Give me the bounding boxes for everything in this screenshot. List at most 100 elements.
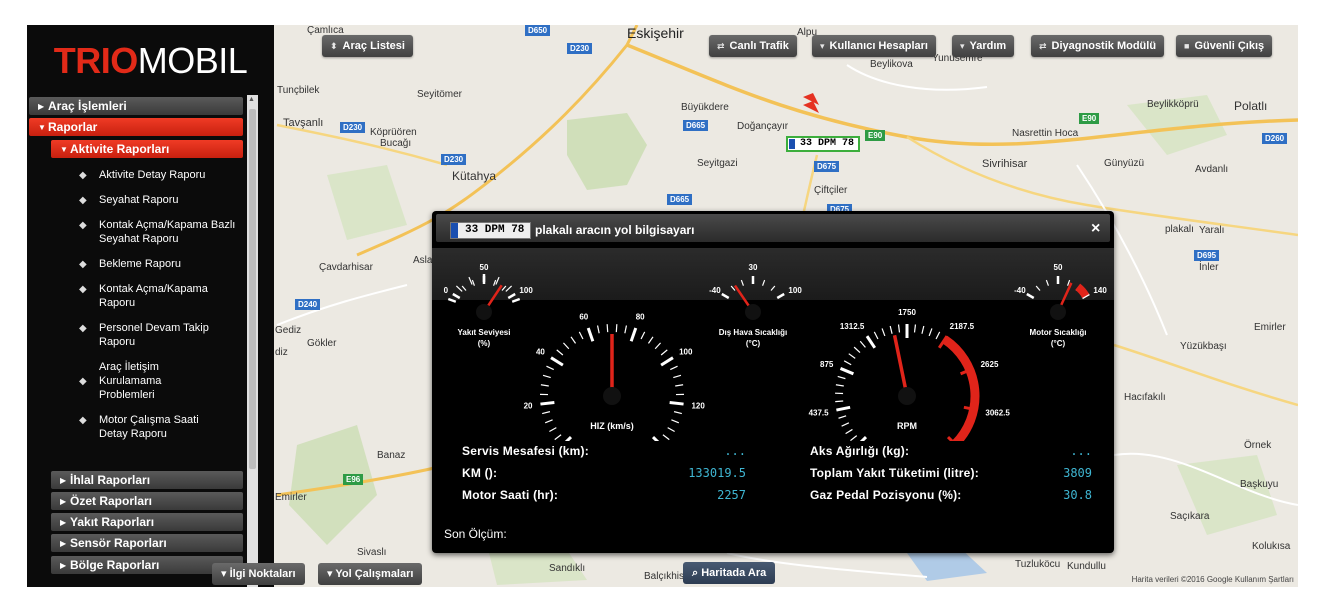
outside-temp-gauge-hub [745, 304, 761, 320]
engine-temp-gauge-max-label: 140 [1093, 286, 1107, 295]
chevron-right-icon: ▶ [60, 476, 67, 485]
service-distance-label: Servis Mesafesi (km): [462, 444, 589, 458]
sub-item-trip-report[interactable]: ◆ Seyahat Raporu [79, 193, 244, 207]
sub-item-label: Motor Çalışma Saati Detay Raporu [99, 414, 199, 440]
vehicle-marker-label[interactable]: 33 DPM 78 [786, 136, 861, 152]
menu-item-activity-reports[interactable]: ▼ Aktivite Raporları [51, 140, 243, 158]
speed-gauge-hub [603, 387, 621, 405]
map-place-label: Yaralı [1199, 225, 1225, 236]
rpm-gauge-redzone [942, 335, 980, 441]
poi-label: İlgi Noktaları [229, 568, 296, 580]
fuel-gauge-tick [501, 285, 507, 291]
fuel-gauge-mid-label: 50 [480, 263, 489, 272]
fuel-gauge-min-label: 0 [444, 286, 449, 295]
map-place-label: Sivaslı [357, 547, 387, 558]
engine-hours-value: 2257 [717, 488, 746, 502]
road-sign: D650 [525, 25, 551, 36]
road-sign: D675 [814, 161, 840, 172]
roadworks-label: Yol Çalışmaları [335, 568, 414, 580]
logout-label: Güvenli Çıkış [1194, 40, 1265, 52]
sub-item-attendance-report[interactable]: ◆ Personel Devam Takip Raporu [79, 321, 244, 349]
swap-arrows-icon: ⇄ [717, 41, 725, 51]
live-traffic-button[interactable]: ⇄ Canlı Trafik [709, 35, 797, 57]
sub-item-ignition-report[interactable]: ◆ Kontak Açma/Kapama Raporu [79, 282, 244, 310]
menu-item-summary-reports[interactable]: ▶ Özet Raporları [51, 492, 243, 510]
speed-gauge-tick [651, 435, 660, 441]
rpm-gauge-tick [850, 435, 858, 441]
rpm-gauge-tick-label: 2187.5 [950, 322, 975, 331]
chevron-down-icon: ▼ [60, 145, 68, 154]
map-place-label: Sivrihisar [982, 158, 1028, 170]
menu-item-sensor-reports[interactable]: ▶ Sensör Raporları [51, 534, 243, 552]
map-place-label: Asla [413, 255, 433, 266]
fuel-gauge-tick [471, 279, 475, 286]
fuel-gauge-tick [505, 285, 513, 292]
map-place-label: Günyüzü [1104, 158, 1145, 169]
axle-weight-label: Aks Ağırlığı (kg): [810, 444, 910, 458]
map-place-label: Doğançayır [737, 121, 789, 132]
speed-gauge-tick [540, 384, 549, 387]
rpm-gauge-tick [873, 331, 879, 340]
speed-gauge-tick [550, 356, 564, 367]
scroll-up-icon[interactable]: ▲ [248, 96, 255, 103]
menu-item-violation-reports[interactable]: ▶ İhlal Raporları [51, 471, 243, 489]
lock-icon: ■ [1184, 41, 1190, 51]
sub-item-communication-problems[interactable]: ◆ Araç İletişim Kurulamama Problemleri [79, 360, 199, 402]
help-button[interactable]: ▾ Yardım [952, 35, 1015, 57]
sub-item-activity-detail[interactable]: ◆ Aktivite Detay Raporu [79, 168, 244, 182]
map-place-label: Emirler [1254, 322, 1286, 333]
fuel-gauge-tick [468, 276, 473, 285]
map-place-label: Eskişehir [627, 25, 684, 41]
search-map-button[interactable]: ⌕ Haritada Ara [683, 562, 776, 584]
sub-item-label: Personel Devam Takip Raporu [99, 322, 209, 348]
sub-item-label: Araç İletişim Kurulamama Problemleri [99, 361, 162, 401]
user-accounts-button[interactable]: ▾ Kullanıcı Hesapları [812, 35, 936, 57]
map-place-label: Gediz [275, 325, 302, 336]
outside-temp-gauge-label: Dış Hava Sıcaklığı [719, 328, 787, 337]
rpm-gauge-tick [889, 325, 893, 334]
map-place-label: Tuzluköcu [1015, 559, 1061, 570]
map-place-label: diz [275, 347, 288, 358]
sidebar-scroll-thumb[interactable] [249, 109, 256, 469]
sub-item-label: Kontak Açma/Kapama Bazlı Seyahat Raporu [99, 219, 236, 245]
rpm-gauge-tick [835, 400, 844, 403]
road-sign: D665 [667, 194, 693, 205]
map-place-label: Gökler [307, 338, 337, 349]
vehicle-list-label: Araç Listesi [342, 40, 405, 52]
tag-icon: ◆ [79, 323, 87, 334]
map-place-label: Sandıklı [549, 563, 586, 574]
vehicle-list-button[interactable]: ⬍ Araç Listesi [322, 35, 413, 57]
speed-gauge-tick [673, 411, 682, 415]
sub-item-waiting-report[interactable]: ◆ Bekleme Raporu [79, 257, 244, 271]
sidebar: TRIOMOBIL ▶ Araç İşlemleri ▼ Raporlar ▼ Akt… [27, 25, 274, 587]
menu-item-vehicle-operations[interactable]: ▶ Araç İşlemleri [29, 97, 243, 115]
menu-item-fuel-reports[interactable]: ▶ Yakıt Raporları [51, 513, 243, 531]
tag-icon: ◆ [79, 170, 87, 181]
map-place-label: Avdanlı [1195, 164, 1229, 175]
engine-temp-gauge-tick [1026, 292, 1035, 300]
fuel-gauge-tick [495, 276, 500, 285]
sub-item-ignition-trip-report[interactable]: ◆ Kontak Açma/Kapama Bazlı Seyahat Raporu [79, 218, 244, 246]
outside-temp-gauge-max-label: 100 [788, 286, 802, 295]
gauges: 0 50 100 Yakıt Seviyesi (%) -40 30 100 Dış Hava … [444, 263, 1107, 441]
speed-gauge-tick [662, 434, 670, 441]
sub-item-engine-hours-detail[interactable]: ◆ Motor Çalışma Saati Detay Raporu [79, 413, 229, 441]
diagnostic-module-button[interactable]: ⇄ Diyagnostik Modülü [1031, 35, 1165, 57]
logout-button[interactable]: ■ Güvenli Çıkış [1176, 35, 1273, 57]
menu-item-label: Aktivite Raporları [70, 142, 170, 156]
tag-icon: ◆ [79, 259, 87, 270]
outside-temp-gauge-min-label: -40 [709, 286, 721, 295]
speed-gauge-tick-label: 60 [579, 313, 588, 322]
road-sign: D240 [295, 299, 321, 310]
poi-button[interactable]: ▾ İlgi Noktaları [212, 563, 305, 585]
tag-icon: ◆ [79, 220, 87, 231]
tag-icon: ◆ [79, 415, 87, 426]
speed-gauge-tick [647, 336, 654, 344]
fuel-gauge-tick [461, 285, 467, 291]
expand-icon: ⬍ [330, 41, 338, 51]
roadworks-button[interactable]: ▾ Yol Çalışmaları [318, 563, 423, 585]
map-place-label: Kundullu [1067, 561, 1106, 572]
outside-temp-gauge-tick [762, 279, 766, 286]
menu-item-reports[interactable]: ▼ Raporlar [29, 118, 243, 136]
menu-item-label: Raporlar [48, 120, 98, 134]
